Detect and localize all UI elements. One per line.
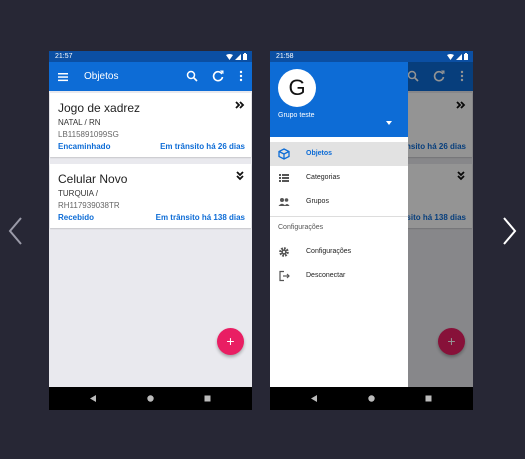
- dropdown-caret-icon[interactable]: [386, 121, 392, 125]
- drawer-header: 21:58 G Grupo teste: [270, 51, 408, 137]
- wifi-icon: [447, 53, 454, 62]
- drawer-item-grupos[interactable]: Grupos: [270, 190, 408, 214]
- refresh-icon[interactable]: [211, 69, 225, 83]
- status-time: 21:57: [55, 53, 73, 60]
- home-icon[interactable]: [367, 394, 376, 403]
- card-tracking-code: LB115891099SG: [58, 130, 119, 139]
- more-vert-icon[interactable]: [234, 69, 248, 83]
- card-transit-time: Em trânsito há 138 dias: [155, 213, 245, 222]
- status-time: 21:58: [276, 53, 294, 60]
- recents-icon[interactable]: [424, 394, 433, 403]
- tracking-card[interactable]: Celular Novo TURQUIA / RH117939038TR Rec…: [50, 164, 251, 228]
- app-toolbar: Objetos: [49, 62, 252, 91]
- signal-icon: [456, 53, 462, 62]
- phone-screenshot-navigation-drawer: Em trânsito há 26 dias Em trânsito há 13…: [270, 51, 473, 410]
- android-nav-bar: [49, 387, 252, 410]
- search-icon[interactable]: [185, 69, 199, 83]
- drawer-section-label: Configurações: [278, 224, 324, 231]
- card-status: Recebido: [58, 213, 95, 222]
- group-avatar[interactable]: G: [278, 69, 316, 107]
- card-tracking-code: RH117939038TR: [58, 201, 120, 210]
- navigation-drawer: 21:58 G Grupo teste Objetos Categorias G: [270, 51, 408, 387]
- group-name: Grupo teste: [278, 112, 315, 119]
- package-icon: [278, 148, 290, 160]
- tracking-card[interactable]: Jogo de xadrez NATAL / RN LB115891099SG …: [50, 93, 251, 157]
- battery-icon: [243, 53, 247, 62]
- phone-screenshot-objects-list: 21:57 Objetos Jogo de xadrez NATAL / RN …: [49, 51, 252, 410]
- signal-icon: [235, 53, 241, 62]
- home-icon[interactable]: [146, 394, 155, 403]
- card-origin: TURQUIA /: [58, 189, 99, 198]
- menu-icon[interactable]: [57, 70, 69, 82]
- chevron-left-icon: [8, 217, 22, 245]
- drawer-divider: [270, 216, 408, 217]
- people-icon: [278, 196, 290, 208]
- back-icon[interactable]: [310, 394, 319, 403]
- list-icon: [278, 172, 290, 184]
- card-origin: NATAL / RN: [58, 118, 101, 127]
- status-bar: 21:58: [270, 51, 408, 62]
- drawer-item-label: Objetos: [306, 150, 333, 157]
- drawer-item-label: Configurações: [306, 248, 352, 255]
- back-icon[interactable]: [89, 394, 98, 403]
- drawer-item-label: Categorias: [306, 174, 340, 181]
- card-item-name: Jogo de xadrez: [58, 101, 141, 115]
- card-transit-time: Em trânsito há 26 dias: [160, 142, 245, 151]
- card-status: Encaminhado: [58, 142, 111, 151]
- wifi-icon: [226, 53, 233, 62]
- toolbar-title: Objetos: [84, 71, 119, 82]
- carousel-prev-arrow[interactable]: [6, 215, 26, 247]
- add-object-fab[interactable]: +: [217, 328, 244, 355]
- card-item-name: Celular Novo: [58, 172, 128, 186]
- drawer-item-configuracoes[interactable]: Configurações: [270, 240, 408, 264]
- battery-icon: [464, 53, 468, 62]
- double-chevron-down-icon[interactable]: [235, 171, 245, 181]
- double-chevron-right-icon[interactable]: [235, 100, 245, 110]
- drawer-item-categorias[interactable]: Categorias: [270, 166, 408, 190]
- drawer-item-label: Grupos: [306, 198, 329, 205]
- drawer-item-label: Desconectar: [306, 272, 346, 279]
- android-nav-bar: [270, 387, 473, 410]
- logout-icon: [278, 270, 290, 282]
- status-bar: 21:57: [49, 51, 252, 62]
- carousel-next-arrow[interactable]: [499, 215, 519, 247]
- gear-icon: [278, 246, 290, 258]
- recents-icon[interactable]: [203, 394, 212, 403]
- drawer-item-desconectar[interactable]: Desconectar: [270, 264, 408, 288]
- chevron-right-icon: [503, 217, 517, 245]
- drawer-item-objetos[interactable]: Objetos: [270, 142, 408, 166]
